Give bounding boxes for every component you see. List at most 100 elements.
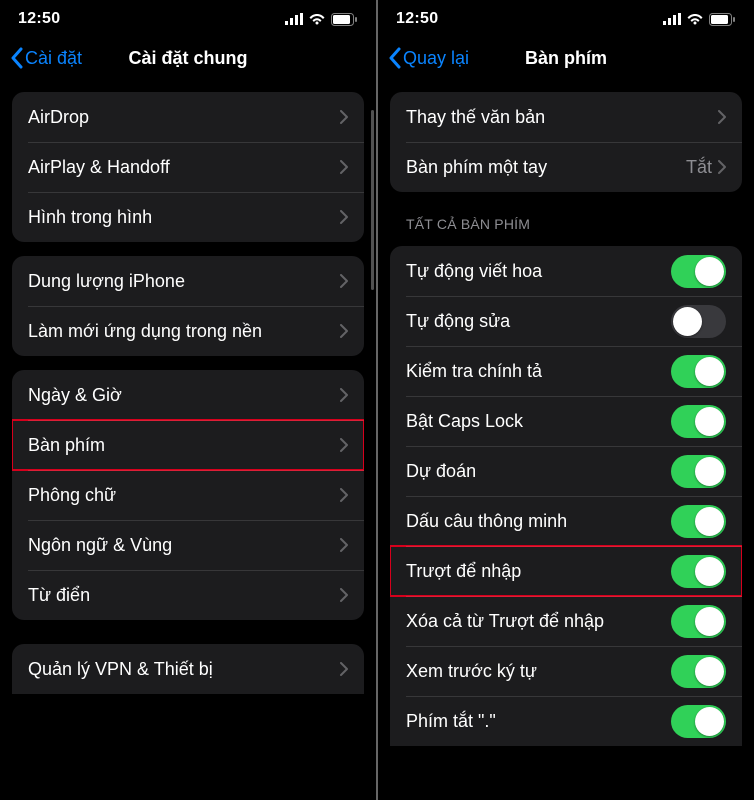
row-label: Thay thế văn bản — [406, 107, 718, 128]
chevron-right-icon — [340, 160, 348, 174]
toggle-char-preview: Xem trước ký tự — [390, 646, 742, 696]
chevron-right-icon — [340, 488, 348, 502]
chevron-right-icon — [340, 438, 348, 452]
chevron-right-icon — [340, 662, 348, 676]
row-label: Xóa cả từ Trượt để nhập — [406, 611, 671, 632]
back-label: Cài đặt — [25, 48, 82, 69]
toggle-switch[interactable] — [671, 405, 726, 438]
toggle-switch[interactable] — [671, 605, 726, 638]
row-label: Phông chữ — [28, 485, 340, 506]
toggle-slide-type: Trượt để nhập — [390, 546, 742, 596]
content-scroller[interactable]: AirDropAirPlay & HandoffHình trong hình … — [0, 78, 376, 800]
chevron-right-icon — [340, 210, 348, 224]
row-airdrop[interactable]: AirDrop — [12, 92, 364, 142]
row-label: Hình trong hình — [28, 207, 340, 228]
toggle-switch[interactable] — [671, 705, 726, 738]
toggle-switch[interactable] — [671, 505, 726, 538]
row-lang-region[interactable]: Ngôn ngữ & Vùng — [12, 520, 364, 570]
row-label: Bật Caps Lock — [406, 411, 671, 432]
status-bar: 12:50 — [0, 0, 376, 38]
section-1: AirDrop AirPlay & Handoff Hình trong hình — [12, 92, 364, 242]
toggle-knob — [673, 307, 702, 336]
status-icons — [663, 13, 736, 26]
row-storage[interactable]: Dung lượng iPhone — [12, 256, 364, 306]
back-label: Quay lại — [403, 48, 469, 69]
chevron-right-icon — [340, 274, 348, 288]
toggle-switch[interactable] — [671, 555, 726, 588]
row-label: Ngày & Giờ — [28, 385, 340, 406]
row-date-time[interactable]: Ngày & Giờ — [12, 370, 364, 420]
cellular-icon — [663, 13, 681, 25]
row-label: AirDrop — [28, 107, 340, 128]
toggle-knob — [695, 607, 724, 636]
row-vpn[interactable]: Quản lý VPN & Thiết bị — [12, 644, 364, 694]
content-scroller[interactable]: Thay thế văn bản Bàn phím một tayTắt TẤT … — [378, 78, 754, 800]
nav-bar: Quay lại Bàn phím — [378, 38, 754, 78]
toggle-knob — [695, 407, 724, 436]
row-text-replace[interactable]: Thay thế văn bản — [390, 92, 742, 142]
toggle-switch[interactable] — [671, 305, 726, 338]
toggle-knob — [695, 657, 724, 686]
toggle-knob — [695, 357, 724, 386]
toggle-switch[interactable] — [671, 455, 726, 488]
toggle-delete-slide: Xóa cả từ Trượt để nhập — [390, 596, 742, 646]
page-title: Bàn phím — [525, 48, 607, 69]
phone-right: 12:50 Quay lại Bàn phím Thay thế văn bản… — [378, 0, 754, 800]
status-bar: 12:50 — [378, 0, 754, 38]
chevron-right-icon — [340, 324, 348, 338]
scroll-indicator — [371, 110, 374, 290]
toggle-auto-correct: Tự động sửa — [390, 296, 742, 346]
group-header: TẤT CẢ BÀN PHÍM — [406, 216, 726, 232]
toggle-switch[interactable] — [671, 355, 726, 388]
toggle-predictive: Dự đoán — [390, 446, 742, 496]
section-3: Ngày & Giờ Bàn phím Phông chữ Ngôn ngữ & Vù… — [12, 370, 364, 620]
wifi-icon — [308, 13, 326, 26]
row-one-hand[interactable]: Bàn phím một tayTắt — [390, 142, 742, 192]
row-bg-refresh[interactable]: Làm mới ứng dụng trong nền — [12, 306, 364, 356]
toggle-switch[interactable] — [671, 255, 726, 288]
toggle-knob — [695, 707, 724, 736]
row-label: Phím tắt "." — [406, 711, 671, 732]
section-top: Thay thế văn bản Bàn phím một tayTắt — [390, 92, 742, 192]
status-time: 12:50 — [18, 10, 60, 28]
battery-icon — [331, 13, 358, 26]
row-label: Làm mới ứng dụng trong nền — [28, 321, 340, 342]
nav-bar: Cài đặt Cài đặt chung — [0, 38, 376, 78]
chevron-right-icon — [340, 588, 348, 602]
row-fonts[interactable]: Phông chữ — [12, 470, 364, 520]
toggle-caps-lock: Bật Caps Lock — [390, 396, 742, 446]
battery-icon — [709, 13, 736, 26]
section-toggles: Tự động viết hoa Tự động sửa Kiểm tra chín… — [390, 246, 742, 746]
row-airplay[interactable]: AirPlay & Handoff — [12, 142, 364, 192]
row-label: Kiểm tra chính tả — [406, 361, 671, 382]
back-button[interactable]: Quay lại — [388, 47, 469, 69]
toggle-auto-cap: Tự động viết hoa — [390, 246, 742, 296]
toggle-spellcheck: Kiểm tra chính tả — [390, 346, 742, 396]
section-4: Quản lý VPN & Thiết bị — [12, 644, 364, 694]
chevron-left-icon — [10, 47, 23, 69]
row-dictionary[interactable]: Từ điển — [12, 570, 364, 620]
wifi-icon — [686, 13, 704, 26]
row-label: AirPlay & Handoff — [28, 157, 340, 178]
row-pip[interactable]: Hình trong hình — [12, 192, 364, 242]
status-time: 12:50 — [396, 10, 438, 28]
toggle-switch[interactable] — [671, 655, 726, 688]
row-label: Dung lượng iPhone — [28, 271, 340, 292]
status-icons — [285, 13, 358, 26]
toggle-knob — [695, 507, 724, 536]
cellular-icon — [285, 13, 303, 25]
row-label: Dự đoán — [406, 461, 671, 482]
back-button[interactable]: Cài đặt — [10, 47, 82, 69]
toggle-knob — [695, 257, 724, 286]
chevron-right-icon — [718, 110, 726, 124]
row-label: Trượt để nhập — [406, 561, 671, 582]
chevron-right-icon — [340, 388, 348, 402]
section-2: Dung lượng iPhone Làm mới ứng dụng trong … — [12, 256, 364, 356]
phone-left: 12:50 Cài đặt Cài đặt chung AirDrop AirPl… — [0, 0, 376, 800]
chevron-left-icon — [388, 47, 401, 69]
chevron-right-icon — [340, 538, 348, 552]
row-keyboard[interactable]: Bàn phím — [12, 420, 364, 470]
row-label: Bàn phím — [28, 435, 340, 456]
row-value: Tắt — [686, 157, 712, 178]
row-label: Tự động sửa — [406, 311, 671, 332]
